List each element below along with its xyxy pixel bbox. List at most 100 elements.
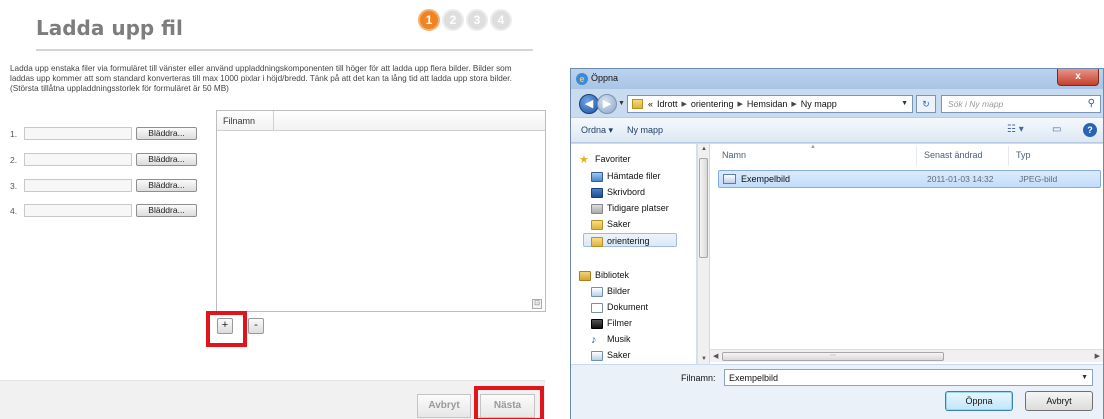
type-column-header[interactable]: Typ (1016, 150, 1031, 160)
file-row: 1. Bläddra... (10, 127, 210, 141)
file-path-field[interactable] (24, 153, 132, 166)
breadcrumb-arrow-icon[interactable]: ▶ (682, 99, 687, 109)
column-separator[interactable] (1008, 146, 1009, 166)
file-modified: 2011-01-03 14:32 (927, 174, 994, 184)
navigation-pane: ★ Favoriter Hämtade filer Skrivbord Tidig… (571, 144, 697, 364)
file-path-field[interactable] (24, 204, 132, 217)
navigation-scrollbar[interactable]: ▲ ▼ (697, 144, 709, 364)
browse-button[interactable]: Bläddra... (136, 179, 197, 192)
pictures-icon (591, 286, 603, 297)
nav-item-documents[interactable]: Dokument (591, 300, 648, 314)
file-row: 4. Bläddra... (10, 204, 210, 218)
forward-arrow-icon[interactable]: ▶ (597, 94, 617, 114)
nav-libraries[interactable]: Bibliotek (579, 268, 629, 282)
nav-label: Bilder (607, 286, 631, 296)
filename-column-header[interactable]: Filnamn (223, 116, 255, 126)
search-input[interactable]: Sök i Ny mapp ⚲ (941, 95, 1101, 113)
back-arrow-icon[interactable]: ◀ (579, 94, 599, 114)
view-options-icon[interactable]: ☷ ▾ (1007, 124, 1024, 135)
breadcrumb-item[interactable]: orientering (691, 99, 734, 109)
dialog-cancel-button[interactable]: Avbryt (1025, 391, 1093, 411)
nav-item-music[interactable]: ♪ Musik (591, 332, 631, 346)
upload-file-list[interactable]: Filnamn ⊡ (216, 110, 546, 312)
refresh-icon[interactable]: ↻ (916, 95, 936, 113)
nav-favorites[interactable]: ★ Favoriter (579, 152, 631, 166)
file-name: Exempelbild (741, 174, 791, 184)
nav-label: Tidigare platser (607, 203, 669, 213)
upload-page: Ladda upp fil 1 2 3 4 Ladda upp enstaka … (0, 0, 546, 419)
resize-grip-icon[interactable]: ⊡ (532, 299, 542, 309)
remove-file-button[interactable]: - (248, 318, 264, 334)
step-3: 3 (466, 9, 488, 31)
breadcrumb-arrow-icon[interactable]: ▶ (737, 99, 742, 109)
browser-icon: e (576, 73, 588, 85)
file-path-field[interactable] (24, 179, 132, 192)
open-button[interactable]: Öppna (945, 391, 1013, 411)
browse-button[interactable]: Bläddra... (136, 127, 197, 140)
nav-item-saker[interactable]: Saker (591, 217, 631, 231)
dialog-titlebar[interactable]: e Öppna x (571, 69, 1103, 89)
file-path-field[interactable] (24, 127, 132, 140)
nav-item-saker-library[interactable]: Saker (591, 348, 631, 362)
nav-item-downloads[interactable]: Hämtade filer (591, 169, 661, 183)
scrollbar-thumb[interactable] (699, 158, 708, 258)
documents-icon (591, 302, 603, 313)
recent-pages-dropdown-icon[interactable]: ▼ (618, 100, 625, 107)
highlight-next-button (474, 386, 544, 419)
filename-input[interactable]: Exempelbild ▼ (724, 369, 1093, 386)
organize-menu[interactable]: Ordna ▾ (581, 125, 613, 136)
folder-icon (591, 236, 603, 247)
film-icon (591, 318, 603, 329)
nav-item-recent[interactable]: Tidigare platser (591, 201, 669, 215)
browse-button[interactable]: Bläddra... (136, 204, 197, 217)
address-dropdown-icon[interactable]: ▼ (901, 100, 908, 107)
scroll-left-icon[interactable]: ◀ (713, 352, 718, 360)
column-separator (273, 111, 274, 131)
desktop-icon (591, 187, 603, 198)
file-row-number: 2. (10, 155, 18, 165)
help-icon[interactable]: ? (1083, 123, 1097, 137)
nav-item-desktop[interactable]: Skrivbord (591, 185, 645, 199)
scroll-down-icon[interactable]: ▼ (701, 356, 707, 362)
step-indicator: 1 2 3 4 (418, 9, 512, 31)
close-button[interactable]: x (1057, 69, 1099, 86)
filename-label: Filnamn: (681, 373, 716, 383)
preview-pane-icon[interactable]: ▭ (1052, 124, 1061, 135)
filename-dropdown-icon[interactable]: ▼ (1081, 374, 1088, 381)
page-title: Ladda upp fil (36, 16, 183, 40)
breadcrumb-item[interactable]: Idrott (657, 99, 678, 109)
nav-item-pictures[interactable]: Bilder (591, 284, 630, 298)
column-separator[interactable] (916, 146, 917, 166)
breadcrumb-overflow[interactable]: « (648, 99, 653, 109)
nav-label: Favoriter (595, 154, 631, 164)
address-bar[interactable]: « Idrott ▶ orientering ▶ Hemsidan ▶ Ny m… (627, 95, 913, 113)
file-type: JPEG-bild (1019, 174, 1058, 184)
modified-column-header[interactable]: Senast ändrad (924, 150, 983, 160)
cancel-button[interactable]: Avbryt (417, 394, 471, 418)
sort-arrow-icon: ▲ (810, 144, 816, 150)
new-folder-button[interactable]: Ny mapp (627, 125, 663, 135)
horizontal-scrollbar[interactable]: ◀ ⋯ ▶ (710, 349, 1103, 362)
open-file-dialog: e Öppna x ◀ ▶ ▼ « Idrott ▶ orientering ▶… (570, 68, 1104, 419)
step-2: 2 (442, 9, 464, 31)
breadcrumb-item[interactable]: Ny mapp (801, 99, 837, 109)
browse-button[interactable]: Bläddra... (136, 153, 197, 166)
nav-item-videos[interactable]: Filmer (591, 316, 632, 330)
nav-label: Bibliotek (595, 270, 630, 280)
scroll-up-icon[interactable]: ▲ (701, 146, 707, 152)
file-list-header: Filnamn (217, 111, 545, 131)
scrollbar-thumb[interactable]: ⋯ (722, 352, 944, 361)
name-column-header[interactable]: Namn (722, 150, 746, 160)
nav-item-orientering[interactable]: orientering (583, 233, 677, 247)
scroll-right-icon[interactable]: ▶ (1095, 352, 1100, 360)
breadcrumb-arrow-icon[interactable]: ▶ (791, 99, 796, 109)
breadcrumb: « Idrott ▶ orientering ▶ Hemsidan ▶ Ny m… (648, 99, 837, 109)
nav-label: Hämtade filer (607, 171, 661, 181)
search-icon[interactable]: ⚲ (1088, 98, 1095, 109)
breadcrumb-item[interactable]: Hemsidan (747, 99, 788, 109)
file-list-pane: ▲ Namn Senast ändrad Typ Exempelbild 201… (710, 144, 1103, 364)
file-row[interactable]: Exempelbild 2011-01-03 14:32 JPEG-bild (718, 170, 1101, 188)
file-row: 2. Bläddra... (10, 153, 210, 167)
file-row-number: 4. (10, 206, 18, 216)
nav-label: Musik (607, 334, 631, 344)
